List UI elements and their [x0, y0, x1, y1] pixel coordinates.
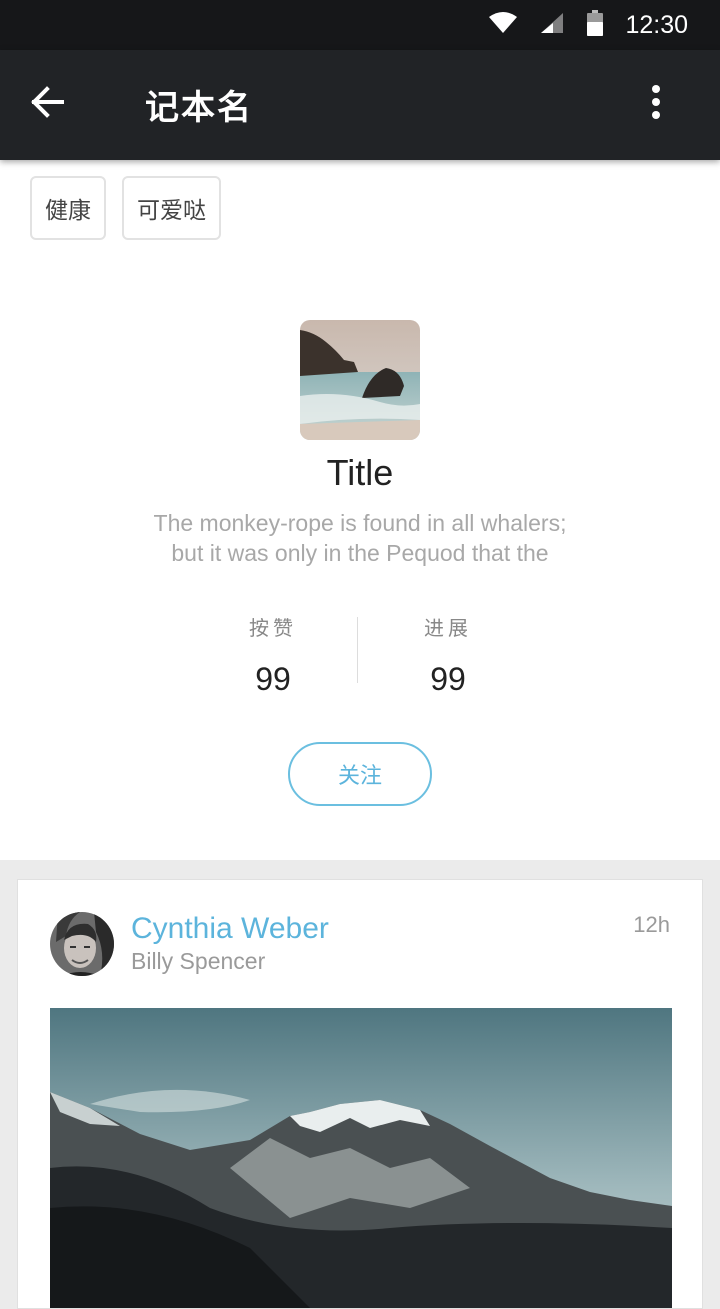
overflow-menu-button[interactable]: [636, 84, 676, 124]
progress-stat: 进展 99: [368, 612, 528, 698]
stats-divider: [357, 617, 358, 683]
page-title: 记本名: [145, 88, 253, 128]
post-image[interactable]: [50, 1008, 672, 1308]
progress-count: 99: [430, 661, 466, 697]
status-time: 12:30: [625, 10, 688, 39]
post-timestamp: 12h: [633, 912, 670, 937]
follow-button[interactable]: 关注: [288, 742, 432, 806]
arrow-left-icon: [30, 86, 66, 122]
avatar[interactable]: [50, 912, 114, 976]
description-line: but it was only in the Pequod that the: [171, 540, 549, 566]
tag-chip[interactable]: 可爱哒: [122, 176, 221, 240]
wifi-icon: [489, 11, 518, 39]
likes-label: 按赞: [249, 616, 297, 640]
progress-label: 进展: [424, 616, 472, 640]
description-line: The monkey-rope is found in all whalers;: [153, 510, 567, 536]
status-bar: 12:30: [0, 0, 720, 50]
feed-card[interactable]: Cynthia Weber Billy Spencer 12h: [17, 879, 703, 1309]
notebook-title: Title: [326, 452, 394, 493]
app-bar: 记本名: [0, 50, 720, 160]
battery-icon: [587, 10, 604, 40]
likes-count: 99: [255, 661, 291, 697]
notebook-header: 健康 可爱哒 Title The monkey-rope is found in…: [0, 160, 720, 860]
cellular-signal-icon: [539, 11, 565, 39]
more-vert-icon: [650, 84, 662, 124]
author-subtitle: Billy Spencer: [131, 948, 266, 974]
notebook-cover-image: [300, 320, 420, 440]
notebook-description: The monkey-rope is found in all whalers;…: [110, 508, 610, 568]
likes-stat: 按赞 99: [193, 612, 353, 698]
tag-chip[interactable]: 健康: [30, 176, 106, 240]
tag-list: 健康 可爱哒: [30, 176, 221, 240]
author-name-link[interactable]: Cynthia Weber: [131, 912, 329, 946]
back-button[interactable]: [28, 84, 68, 124]
